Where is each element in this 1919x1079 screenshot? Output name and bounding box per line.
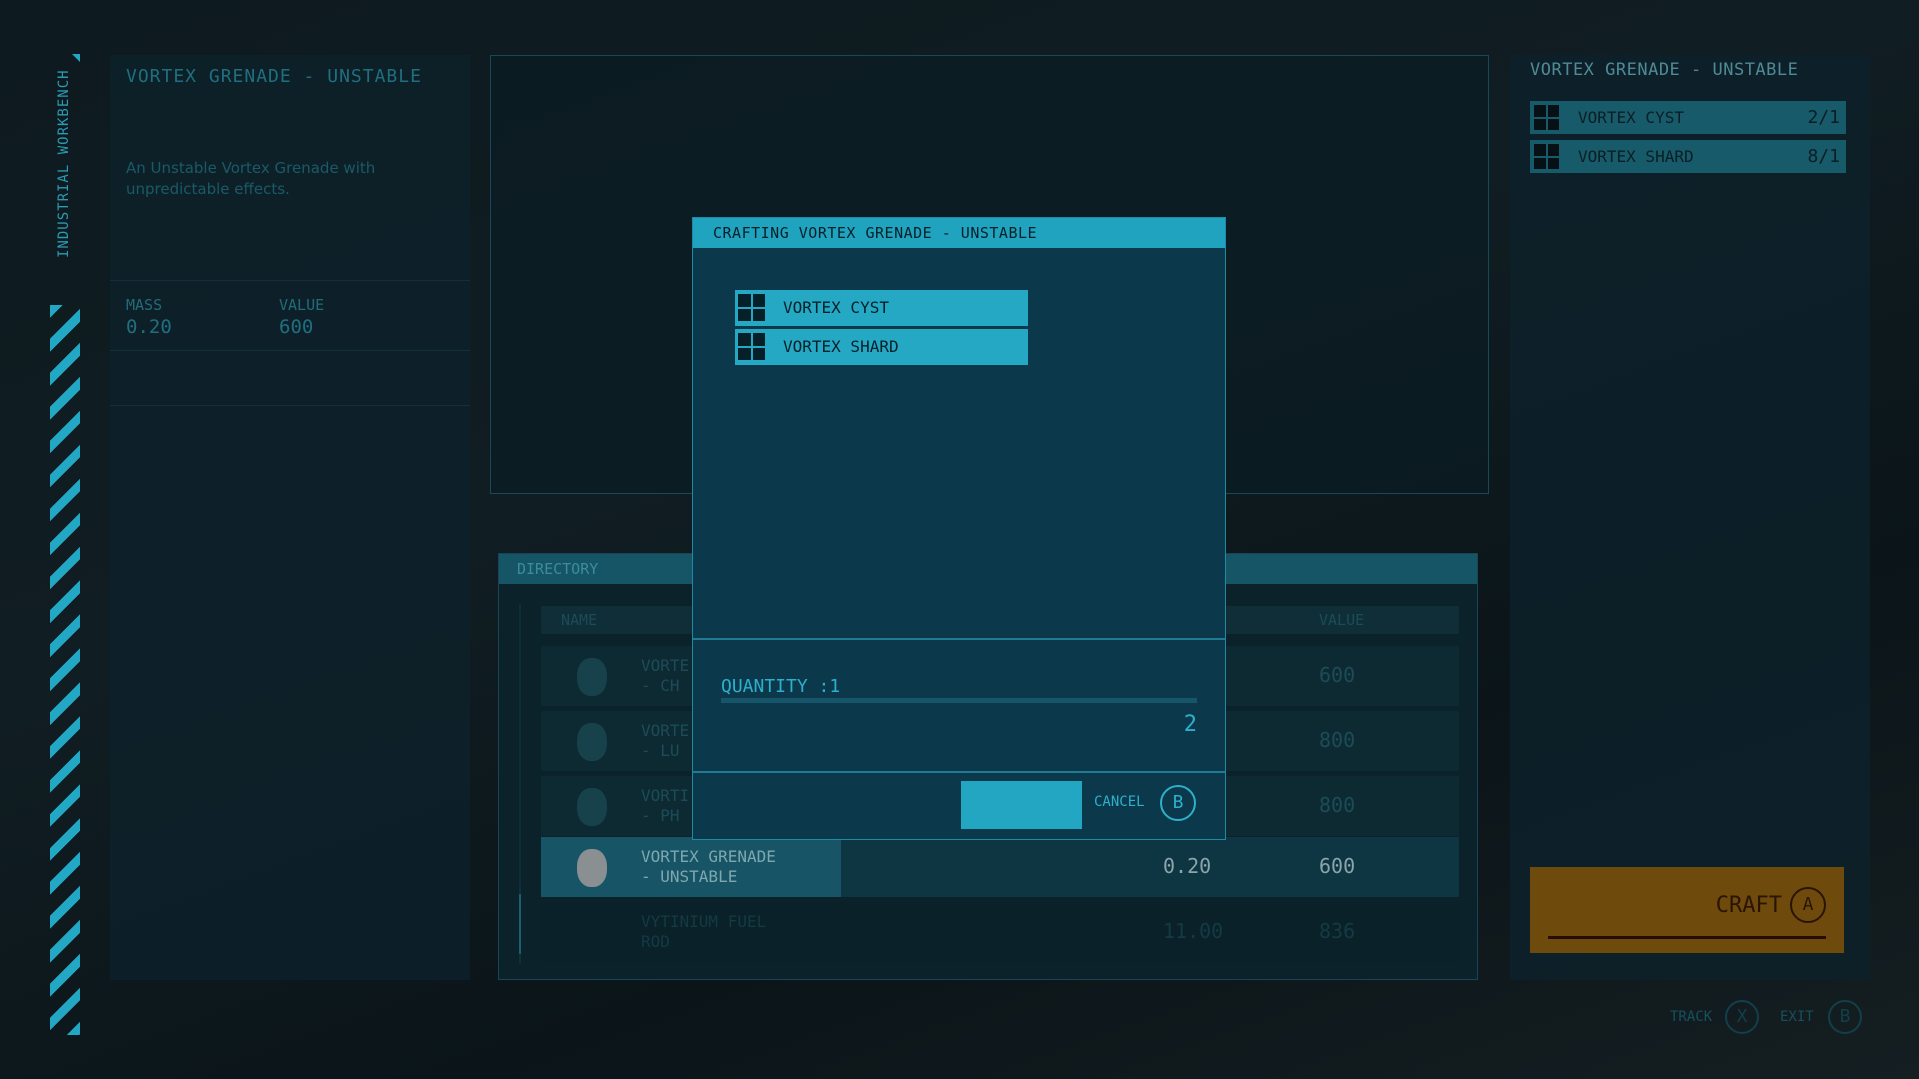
ingredient-vortex-cyst[interactable]: VORTEX CYST: [735, 290, 1028, 326]
b-button-icon[interactable]: B: [1828, 1000, 1862, 1034]
quantity-slider[interactable]: [721, 698, 1197, 703]
requirement-item: VORTEX SHARD 8/1: [1530, 140, 1846, 173]
resource-icon: [1534, 144, 1559, 169]
scrollbar-thumb[interactable]: [519, 894, 521, 954]
mass-label: MASS: [126, 296, 163, 314]
a-button-icon: A: [1790, 887, 1826, 923]
quantity-label: QUANTITY :1: [721, 676, 841, 697]
grenade-icon: [577, 658, 607, 696]
table-row[interactable]: VYTINIUM FUEL ROD 11.00 836: [541, 902, 1459, 962]
divider: [693, 771, 1225, 773]
resource-icon: [738, 333, 765, 360]
quantity-max: 2: [1183, 712, 1197, 737]
hazard-stripes: [50, 305, 80, 1035]
corner-marker: [72, 54, 80, 62]
x-button-icon[interactable]: X: [1725, 1000, 1759, 1034]
value-label: VALUE: [279, 296, 325, 314]
ingredient-vortex-shard[interactable]: VORTEX SHARD: [735, 329, 1028, 365]
directory-title: DIRECTORY: [517, 560, 599, 578]
value-value: 600: [279, 316, 314, 338]
mass-value: 0.20: [126, 316, 172, 338]
track-label[interactable]: TRACK: [1670, 1009, 1712, 1025]
dialog-title: CRAFTING VORTEX GRENADE - UNSTABLE: [713, 224, 1038, 242]
requirement-item: VORTEX CYST 2/1: [1530, 101, 1846, 134]
workbench-title: INDUSTRIAL WORKBENCH: [56, 69, 72, 258]
divider: [693, 638, 1225, 640]
cancel-button[interactable]: CANCEL: [1094, 794, 1145, 810]
confirm-button[interactable]: [961, 781, 1082, 829]
col-name: NAME: [561, 611, 598, 629]
item-title: VORTEX GRENADE - UNSTABLE: [126, 66, 422, 87]
col-value: VALUE: [1319, 611, 1365, 629]
item-description: An Unstable Vortex Grenade with unpredic…: [126, 159, 376, 198]
table-row-selected[interactable]: VORTEX GRENADE - UNSTABLE 0.20 600: [541, 837, 1459, 897]
requirements-title: VORTEX GRENADE - UNSTABLE: [1530, 60, 1799, 80]
requirements-panel: [1510, 55, 1870, 980]
grenade-icon: [577, 723, 607, 761]
crafting-dialog: CRAFTING VORTEX GRENADE - UNSTABLE VORTE…: [692, 217, 1226, 840]
grenade-icon: [577, 788, 607, 826]
grenade-icon: [577, 849, 607, 887]
resource-icon: [738, 294, 765, 321]
exit-label[interactable]: EXIT: [1780, 1009, 1814, 1025]
resource-icon: [1534, 105, 1559, 130]
craft-button[interactable]: CRAFT A: [1530, 867, 1844, 953]
b-button-icon[interactable]: B: [1160, 785, 1196, 821]
